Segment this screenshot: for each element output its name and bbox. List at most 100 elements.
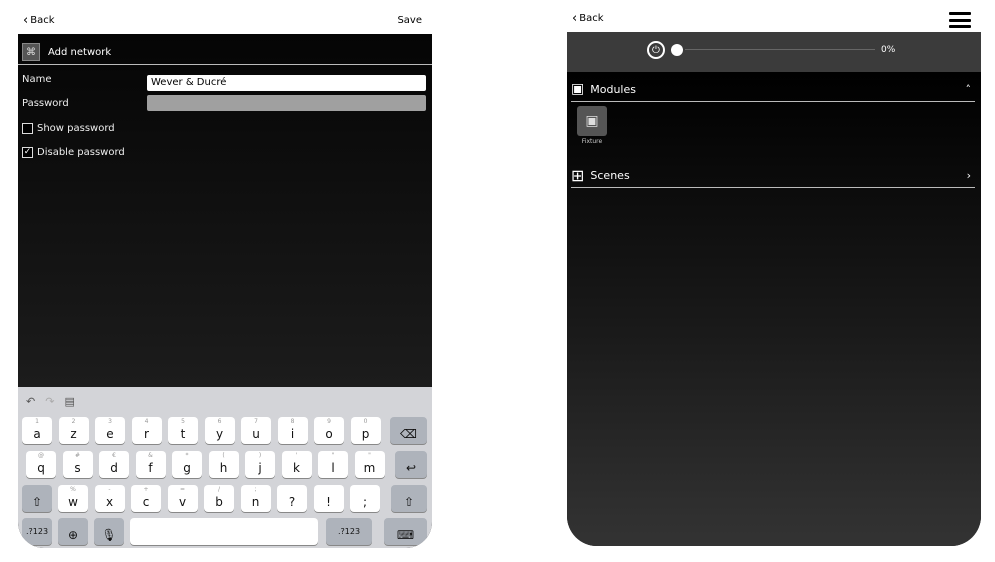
redo-icon[interactable]: ↷ — [45, 395, 54, 408]
key-i[interactable]: 8i — [277, 417, 308, 444]
globe-icon: ⊕ — [67, 528, 79, 542]
key-![interactable]: ! — [313, 485, 344, 512]
delete-key[interactable]: ⌫ — [390, 417, 427, 444]
key-alt-char: 8 — [290, 418, 295, 425]
key-o[interactable]: 9o — [314, 417, 344, 444]
name-label: Name — [22, 74, 52, 85]
back-button[interactable]: ‹ Back — [23, 14, 54, 27]
key-alt-char: 4 — [144, 418, 149, 425]
key-char: h — [219, 461, 228, 475]
password-input[interactable] — [147, 95, 426, 111]
key-q[interactable]: @ q — [26, 451, 56, 478]
paste-icon[interactable]: ▤ — [64, 395, 74, 408]
key-r[interactable]: 4r — [131, 417, 162, 444]
key-s[interactable]: # s — [62, 451, 93, 478]
key-e[interactable]: 3e — [95, 417, 125, 444]
key-char: k — [293, 461, 300, 475]
key-w[interactable]: % w — [58, 485, 88, 512]
key-u[interactable]: 7u — [241, 417, 271, 444]
numbers-key-right[interactable]: .?123 — [326, 518, 372, 545]
scenes-section-header[interactable]: ⊞ Scenes › — [571, 163, 975, 188]
key-alt-char: ' — [295, 452, 298, 459]
key-n[interactable]: ; n — [240, 485, 271, 512]
content-area: ▣ Modules ˄ ▣ Fixture ⊞ Scenes › — [567, 72, 981, 546]
key-alt-char: " — [331, 452, 335, 459]
on-screen-keyboard: ↶ ↷ ▤ 1 a 2 z 3 e 4 r 5 t 6 y 7 u 8 i 9 o 0 p @ q # s € d & f * g(h) j… — [18, 387, 432, 548]
key-l[interactable]: " l — [318, 451, 348, 478]
dictation-key[interactable]: 🎙 — [94, 518, 124, 545]
power-icon[interactable]: ⏻ — [647, 41, 665, 59]
key-a[interactable]: 1a — [22, 417, 52, 444]
modules-section-header[interactable]: ▣ Modules ˄ — [571, 77, 975, 102]
grid-icon: ⊞ — [571, 165, 585, 185]
key-char: a — [33, 427, 41, 441]
name-input[interactable] — [147, 74, 426, 91]
fixture-module-tile[interactable]: ▣ — [577, 106, 607, 136]
key-char: s — [74, 461, 81, 475]
key-j[interactable]: ) j — [245, 451, 275, 478]
backspace-icon: ⌫ — [400, 427, 417, 441]
key-alt-char: - — [108, 486, 111, 493]
numbers-key-left[interactable]: .?123 — [22, 518, 52, 545]
key-char: b — [215, 495, 223, 509]
save-button[interactable]: Save — [397, 15, 422, 26]
back-label: Back — [579, 13, 604, 24]
key-h[interactable]: (h — [208, 451, 239, 478]
key-alt-char: % — [70, 486, 76, 493]
key-char: q — [37, 461, 45, 475]
shift-right-key[interactable]: ⇧ — [391, 485, 427, 512]
key-alt-char: & — [148, 452, 153, 459]
show-password-row[interactable]: Show password — [22, 123, 115, 134]
key-char: p — [361, 427, 370, 441]
keyboard-icon: ⌨ — [396, 528, 415, 542]
key-t[interactable]: 5t — [168, 417, 198, 444]
key-y[interactable]: 6y — [204, 417, 235, 444]
key-alt-char: @ — [38, 452, 44, 459]
key-b[interactable]: / b — [204, 485, 234, 512]
undo-icon[interactable]: ↶ — [26, 395, 35, 408]
key-alt-char: / — [217, 486, 221, 493]
hamburger-menu-icon[interactable] — [949, 12, 971, 28]
disable-password-checkbox[interactable]: ✓ — [22, 147, 33, 158]
key-v[interactable]: = v — [167, 485, 198, 512]
key-char: z — [70, 427, 77, 441]
key-p[interactable]: 0p — [350, 417, 381, 444]
dimmer-track[interactable] — [685, 49, 875, 50]
key-alt-char: = — [179, 486, 186, 493]
fixture-tile-label: Fixture — [581, 138, 603, 145]
key-?[interactable]: ? — [277, 485, 307, 512]
nav-bar: ‹ Back Save — [18, 10, 432, 34]
key-k[interactable]: ' k — [281, 451, 312, 478]
key-m[interactable]: " m — [354, 451, 385, 478]
key-alt-char: 5 — [181, 418, 185, 425]
disable-password-row[interactable]: ✓ Disable password — [22, 147, 125, 158]
key-alt-char: 1 — [35, 418, 39, 425]
key-c[interactable]: + c — [131, 485, 161, 512]
fixture-screen: ‹ Back ⏻ 0% ▣ Modules ˄ ▣ Fixture ⊞ Scen… — [567, 10, 981, 546]
hide-keyboard-key[interactable]: ⌨ — [384, 518, 427, 545]
return-icon: ↩ — [405, 461, 417, 475]
key-char: e — [106, 427, 114, 441]
nav-bar: ‹ Back — [567, 10, 981, 32]
key-char: i — [290, 427, 295, 441]
name-field-wrap — [147, 70, 426, 91]
globe-key[interactable]: ⊕ — [58, 518, 88, 545]
chevron-right-icon: › — [966, 168, 971, 182]
key-char: l — [331, 461, 335, 475]
key-d[interactable]: € d — [99, 451, 129, 478]
key-g[interactable]: * g — [172, 451, 202, 478]
show-password-checkbox[interactable] — [22, 123, 33, 134]
key-alt-char: 3 — [108, 418, 112, 425]
dimmer-slider-knob[interactable] — [671, 44, 683, 56]
key-z[interactable]: 2z — [58, 417, 89, 444]
shift-left-key[interactable]: ⇧ — [22, 485, 52, 512]
return-key[interactable]: ↩ — [395, 451, 427, 478]
disable-password-label: Disable password — [37, 147, 125, 158]
key-;[interactable]: ; — [350, 485, 380, 512]
key-x[interactable]: -x — [94, 485, 125, 512]
back-button[interactable]: ‹ Back — [572, 12, 604, 25]
keyboard-toolbar: ↶ ↷ ▤ — [26, 395, 75, 408]
key-f[interactable]: & f — [135, 451, 166, 478]
scenes-title: Scenes — [590, 168, 630, 182]
space-key[interactable] — [130, 518, 318, 545]
